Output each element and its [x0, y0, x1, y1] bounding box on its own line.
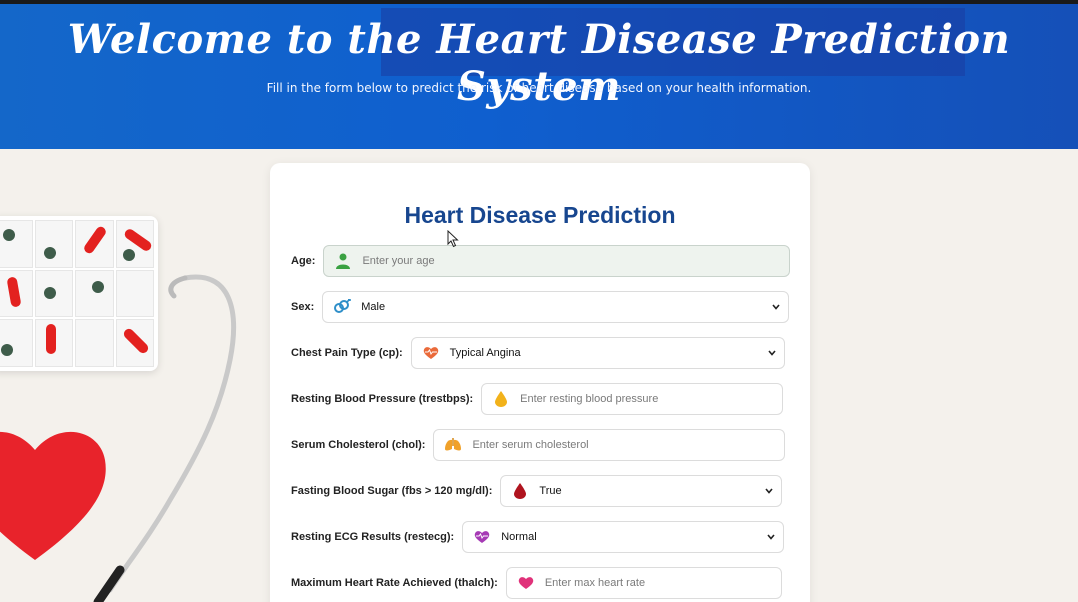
fasting-blood-sugar-select[interactable]: True: [500, 475, 783, 507]
cholesterol-label: Serum Cholesterol (chol):: [291, 439, 426, 451]
chevron-down-icon: [765, 488, 773, 494]
age-row: Age: Enter your age: [291, 245, 791, 277]
lungs-icon: [444, 436, 462, 454]
max-heart-rate-placeholder: Enter max heart rate: [544, 577, 646, 589]
gender-icon: [333, 298, 352, 316]
mouse-cursor-icon: [447, 230, 459, 248]
chest-pain-select[interactable]: Typical Angina: [410, 337, 785, 369]
page-subtitle: Fill in the form below to predict the ri…: [266, 81, 812, 95]
max-heart-rate-label: Maximum Heart Rate Achieved (thalch):: [291, 577, 498, 589]
resting-ecg-label: Resting ECG Results (restecg):: [291, 531, 455, 543]
age-placeholder: Enter your age: [362, 255, 435, 267]
max-heart-rate-row: Maximum Heart Rate Achieved (thalch): En…: [291, 567, 782, 599]
sex-value: Male: [361, 301, 386, 313]
max-heart-rate-input[interactable]: Enter max heart rate: [505, 567, 782, 599]
chevron-down-icon: [767, 534, 775, 540]
red-heart-image: [0, 432, 106, 560]
resting-ecg-select[interactable]: Normal: [462, 521, 785, 553]
cholesterol-row: Serum Cholesterol (chol): Enter serum ch…: [291, 429, 786, 461]
sex-select[interactable]: Male: [322, 291, 790, 323]
fasting-blood-sugar-label: Fasting Blood Sugar (fbs > 120 mg/dl):: [291, 485, 493, 497]
heart-icon: [517, 574, 535, 592]
resting-ecg-row: Resting ECG Results (restecg): Normal: [291, 521, 785, 553]
person-icon: [334, 252, 352, 270]
cholesterol-placeholder: Enter serum cholesterol: [472, 439, 589, 451]
chevron-down-icon: [768, 350, 776, 356]
chevron-down-icon: [772, 304, 780, 310]
resting-bp-label: Resting Blood Pressure (trestbps):: [291, 393, 474, 405]
chest-pain-value: Typical Angina: [449, 347, 521, 359]
drop-icon: [492, 390, 510, 408]
fasting-blood-sugar-row: Fasting Blood Sugar (fbs > 120 mg/dl): T…: [291, 475, 783, 507]
fasting-blood-sugar-value: True: [539, 485, 562, 497]
age-label: Age:: [291, 255, 316, 267]
page-title: Welcome to the Heart Disease Prediction …: [67, 16, 1011, 110]
heart-pulse-icon: [473, 528, 491, 546]
prediction-form-card: Heart Disease Prediction Age: Enter your…: [270, 163, 810, 602]
form-title: Heart Disease Prediction: [404, 202, 676, 228]
sex-row: Sex: Male: [291, 291, 790, 323]
heartbeat-icon: [422, 344, 440, 362]
sex-label: Sex:: [291, 301, 315, 313]
resting-bp-placeholder: Enter resting blood pressure: [520, 393, 659, 405]
stethoscope-image: [93, 274, 237, 602]
resting-ecg-value: Normal: [501, 531, 537, 543]
chest-pain-label: Chest Pain Type (cp):: [291, 347, 403, 359]
cholesterol-input[interactable]: Enter serum cholesterol: [433, 429, 786, 461]
page-header: Welcome to the Heart Disease Prediction …: [0, 4, 1078, 149]
chest-pain-row: Chest Pain Type (cp): Typical Angina: [291, 337, 785, 369]
age-input[interactable]: Enter your age: [323, 245, 791, 277]
blood-drop-icon: [511, 482, 529, 500]
resting-bp-row: Resting Blood Pressure (trestbps): Enter…: [291, 383, 784, 415]
resting-bp-input[interactable]: Enter resting blood pressure: [481, 383, 784, 415]
